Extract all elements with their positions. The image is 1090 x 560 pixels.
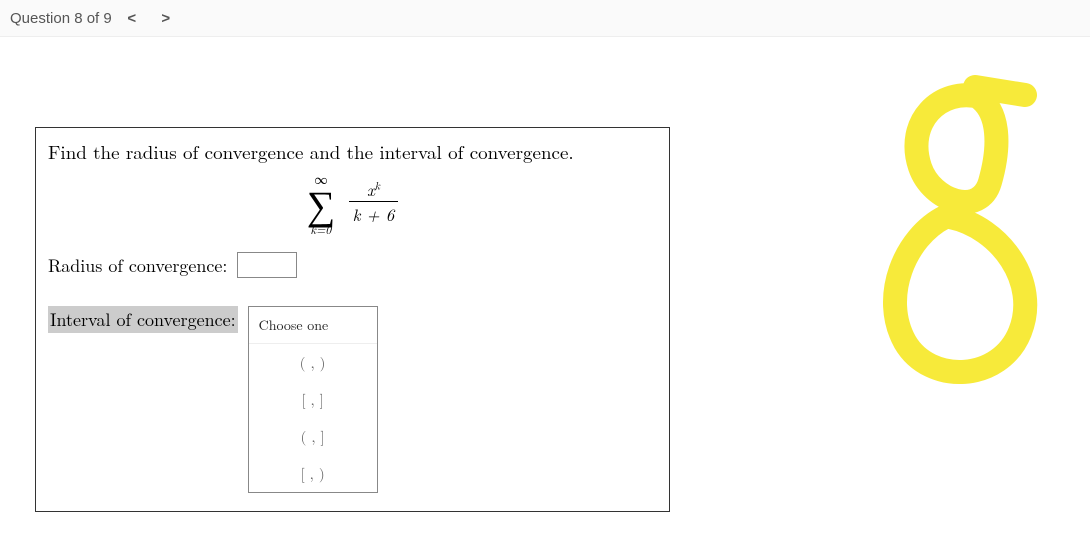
dropdown-option-closed-open[interactable]: [ , ) xyxy=(249,455,377,492)
question-counter: Question 8 of 9 xyxy=(10,10,112,27)
numerator-exponent: k xyxy=(375,178,380,193)
series-formula: ∞ ∑ k=0 xk k + 6 xyxy=(48,179,657,228)
prev-question-button[interactable]: < xyxy=(118,6,146,30)
sum-lower-limit: k=0 xyxy=(307,221,336,238)
radius-label: Radius of convergence: xyxy=(48,253,227,278)
denominator: k + 6 xyxy=(349,202,399,226)
numerator-base: x xyxy=(367,177,375,201)
handwritten-8-annotation xyxy=(850,67,1050,387)
dropdown-option-closed-closed[interactable]: [ , ] xyxy=(249,381,377,418)
interval-label: Interval of convergence: xyxy=(48,306,238,333)
dropdown-option-open-open[interactable]: ( , ) xyxy=(249,344,377,381)
interval-dropdown[interactable]: Choose one ( , ) [ , ] ( , ] [ , ) xyxy=(248,306,378,493)
dropdown-option-open-closed[interactable]: ( , ] xyxy=(249,418,377,455)
dropdown-placeholder[interactable]: Choose one xyxy=(249,307,377,344)
question-prompt: Find the radius of convergence and the i… xyxy=(48,138,657,165)
question-card: Find the radius of convergence and the i… xyxy=(35,127,670,512)
radius-input[interactable] xyxy=(237,252,297,278)
sum-upper-limit: ∞ xyxy=(307,169,336,188)
next-question-button[interactable]: > xyxy=(152,6,180,30)
fraction: xk k + 6 xyxy=(349,177,399,226)
